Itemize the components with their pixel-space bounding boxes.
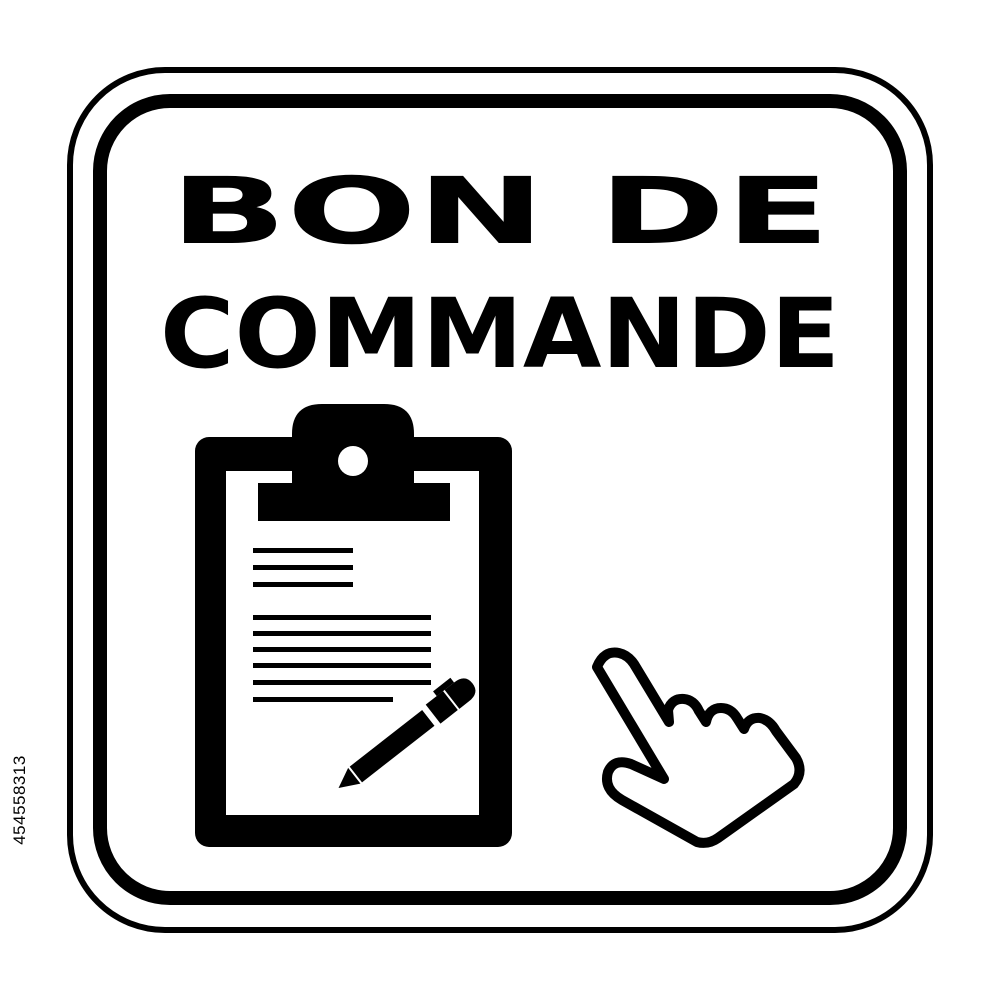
title-line-1: BON DE [170,158,830,265]
stock-id-watermark: 454558313 [8,670,32,930]
sign-canvas: BON DE COMMANDE 454558313 [0,0,1000,1000]
title-line-2: COMMANDE [160,278,840,390]
order-form-sign: BON DE COMMANDE [67,67,933,933]
stock-id-text: 454558313 [10,755,29,845]
